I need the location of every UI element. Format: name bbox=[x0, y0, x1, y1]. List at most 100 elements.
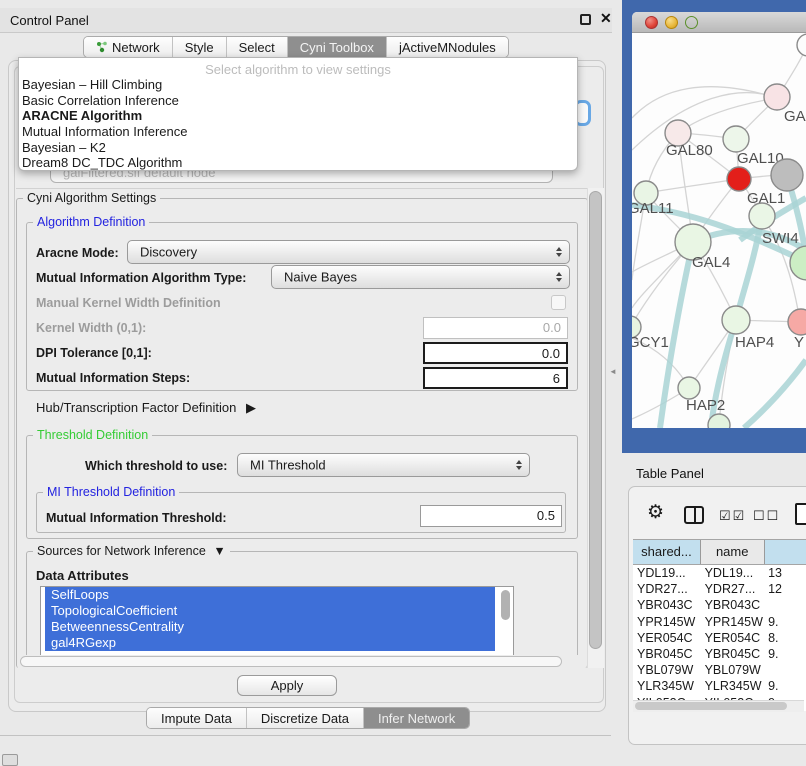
table-cell: YBR045C bbox=[701, 646, 765, 662]
network-node[interactable] bbox=[788, 309, 806, 335]
close-icon[interactable]: ✕ bbox=[600, 10, 612, 27]
data-attribute-item[interactable]: BetweennessCentrality bbox=[45, 619, 495, 635]
table-row[interactable]: YBR045CYBR045C9. bbox=[633, 646, 806, 662]
tab-network[interactable]: Network bbox=[84, 37, 173, 57]
node-label: GAL80 bbox=[666, 142, 713, 159]
table-body: YDL19...YDL19...13YDR27...YDR27...12YBR0… bbox=[633, 565, 806, 720]
table-cell: YBR043C bbox=[633, 597, 701, 613]
minimize-traffic-light[interactable] bbox=[665, 16, 678, 29]
collapsed-arrow-icon: ▶ bbox=[246, 400, 256, 415]
network-edge[interactable] bbox=[646, 179, 739, 193]
float-panel-icon[interactable] bbox=[580, 14, 591, 25]
bottom-tab-impute-data[interactable]: Impute Data bbox=[147, 708, 247, 728]
document-icon[interactable] bbox=[795, 503, 806, 525]
panel-divider-grip-icon[interactable]: ◄ bbox=[609, 367, 617, 376]
table-row[interactable]: YBL079WYBL079W bbox=[633, 662, 806, 678]
node-table: shared...name YDL19...YDL19...13YDR27...… bbox=[633, 539, 806, 720]
mi-type-select[interactable]: Naive Bayes bbox=[271, 265, 570, 289]
table-cell: YBL079W bbox=[633, 662, 701, 678]
network-edge[interactable] bbox=[678, 98, 777, 133]
table-cell: YLR345W bbox=[633, 678, 701, 694]
gear-icon[interactable]: ⚙ bbox=[647, 501, 664, 524]
zoom-traffic-light[interactable] bbox=[685, 16, 698, 29]
network-node[interactable] bbox=[749, 203, 775, 229]
column-header[interactable]: name bbox=[701, 540, 765, 564]
tab-label: Select bbox=[239, 40, 275, 55]
table-hscrollbar-thumb[interactable] bbox=[635, 702, 787, 710]
which-threshold-select[interactable]: MI Threshold bbox=[237, 453, 530, 477]
network-node[interactable] bbox=[771, 159, 803, 191]
algorithm-definition-title: Algorithm Definition bbox=[33, 215, 149, 229]
table-row[interactable]: YLR345WYLR345W9. bbox=[633, 678, 806, 694]
apply-button[interactable]: Apply bbox=[237, 675, 337, 696]
table-row[interactable]: YPR145WYPR145W9. bbox=[633, 614, 806, 630]
bottom-tab-infer-network[interactable]: Infer Network bbox=[364, 708, 469, 728]
table-cell: YBL079W bbox=[701, 662, 765, 678]
network-node[interactable] bbox=[722, 306, 750, 334]
settings-vscrollbar-thumb[interactable] bbox=[589, 191, 602, 649]
manual-kernel-checkbox[interactable] bbox=[551, 295, 566, 310]
list-scrollbar-thumb[interactable] bbox=[501, 590, 510, 620]
kernel-width-input[interactable]: 0.0 bbox=[423, 317, 568, 339]
network-node[interactable] bbox=[764, 84, 790, 110]
split-view-icon[interactable] bbox=[684, 506, 704, 524]
tab-cyni-toolbox[interactable]: Cyni Toolbox bbox=[288, 37, 387, 57]
tab-select[interactable]: Select bbox=[227, 37, 288, 57]
algorithm-option[interactable]: ARACNE Algorithm bbox=[19, 108, 577, 124]
data-attribute-item[interactable]: gal4RGexp bbox=[45, 635, 495, 651]
bottom-left-icon[interactable] bbox=[2, 754, 18, 766]
table-cell: YDR27... bbox=[701, 581, 765, 597]
table-cell: YLR345W bbox=[701, 678, 765, 694]
network-window-titlebar[interactable] bbox=[632, 12, 806, 33]
data-attributes-list[interactable]: SelfLoopsTopologicalCoefficientBetweenne… bbox=[40, 586, 514, 656]
algorithm-option[interactable]: Mutual Information Inference bbox=[19, 124, 577, 140]
node-label: SWI4 bbox=[762, 230, 799, 247]
bottom-tab-discretize-data[interactable]: Discretize Data bbox=[247, 708, 364, 728]
network-node[interactable] bbox=[678, 377, 700, 399]
table-row[interactable]: YDL19...YDL19...13 bbox=[633, 565, 806, 581]
tab-jactivemnodules[interactable]: jActiveMNodules bbox=[387, 37, 508, 57]
network-edge[interactable] bbox=[744, 360, 806, 428]
node-label: HAP4 bbox=[735, 334, 774, 351]
algorithm-option[interactable]: Bayesian – K2 bbox=[19, 140, 577, 156]
network-node[interactable] bbox=[727, 167, 751, 191]
spinner-arrows-icon bbox=[556, 247, 562, 257]
network-canvas[interactable]: GALGAL80GAL10GAL1GAL11SWI4GAL4GCY1HAP4YH… bbox=[632, 33, 806, 428]
column-header[interactable]: shared... bbox=[633, 540, 701, 564]
aracne-mode-select[interactable]: Discovery bbox=[127, 240, 570, 264]
data-attribute-item[interactable]: SelfLoops bbox=[45, 587, 495, 603]
algorithm-option[interactable]: Bayesian – Hill Climbing bbox=[19, 77, 577, 93]
dpi-tolerance-input[interactable]: 0.0 bbox=[423, 342, 568, 364]
expanded-arrow-icon[interactable]: ▼ bbox=[213, 544, 225, 558]
mi-steps-input[interactable]: 6 bbox=[423, 367, 568, 389]
aracne-mode-label: Aracne Mode: bbox=[36, 246, 119, 260]
network-node[interactable] bbox=[797, 34, 806, 56]
algorithm-option[interactable]: Dream8 DC_TDC Algorithm bbox=[19, 155, 577, 171]
network-window[interactable]: GALGAL80GAL10GAL1GAL11SWI4GAL4GCY1HAP4YH… bbox=[632, 12, 806, 428]
mi-steps-label: Mutual Information Steps: bbox=[36, 371, 190, 385]
table-row[interactable]: YDR27...YDR27...12 bbox=[633, 581, 806, 597]
column-header[interactable] bbox=[765, 540, 806, 564]
tab-label: Cyni Toolbox bbox=[300, 40, 374, 55]
table-cell: 9. bbox=[764, 678, 806, 694]
select-all-checkboxes-icon[interactable]: ☑☑ bbox=[719, 508, 746, 524]
tab-style[interactable]: Style bbox=[173, 37, 227, 57]
manual-kernel-label: Manual Kernel Width Definition bbox=[36, 296, 221, 310]
node-label: Y bbox=[794, 334, 804, 351]
spinner-arrows-icon bbox=[556, 272, 562, 282]
table-row[interactable]: YER054CYER054C8. bbox=[633, 630, 806, 646]
sources-title: Sources for Network Inference ▼ bbox=[33, 544, 230, 558]
settings-hscrollbar-thumb[interactable] bbox=[20, 656, 562, 667]
deselect-all-checkboxes-icon[interactable]: ☐☐ bbox=[753, 508, 780, 524]
data-attribute-item[interactable]: TopologicalCoefficient bbox=[45, 603, 495, 619]
network-node[interactable] bbox=[723, 126, 749, 152]
close-traffic-light[interactable] bbox=[645, 16, 658, 29]
node-label: GCY1 bbox=[632, 334, 669, 351]
tab-label: jActiveMNodules bbox=[399, 40, 496, 55]
hub-definition-toggle[interactable]: Hub/Transcription Factor Definition ▶ bbox=[36, 400, 256, 416]
which-threshold-label: Which threshold to use: bbox=[85, 459, 227, 473]
mi-threshold-input[interactable]: 0.5 bbox=[420, 505, 562, 527]
network-node[interactable] bbox=[790, 246, 806, 280]
table-row[interactable]: YBR043CYBR043C bbox=[633, 597, 806, 613]
algorithm-option[interactable]: Basic Correlation Inference bbox=[19, 93, 577, 109]
